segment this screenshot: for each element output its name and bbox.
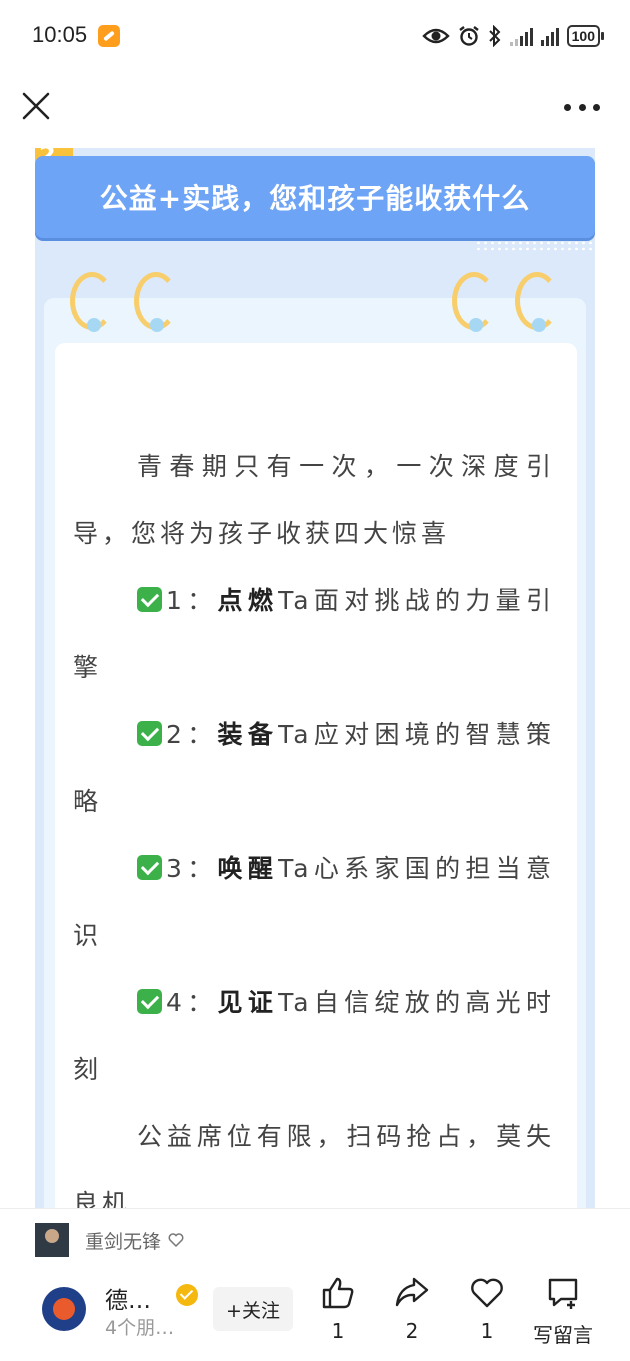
- benefit-item-2: 2：装备Ta应对困境的智慧策略: [73, 720, 555, 816]
- account-subtitle: 4个朋…: [105, 1317, 175, 1339]
- ring-hole: [87, 318, 101, 332]
- eye-icon: [421, 28, 450, 44]
- author-avatar[interactable]: [35, 1223, 69, 1257]
- share-count: 2: [405, 1319, 419, 1343]
- write-comment-button[interactable]: 写留言: [523, 1275, 603, 1355]
- status-icons: 100: [421, 22, 605, 50]
- more-dot-icon: [564, 103, 571, 111]
- account-avatar[interactable]: [42, 1287, 86, 1331]
- status-time: 10:05: [32, 22, 88, 47]
- favorite-button[interactable]: 1: [447, 1275, 527, 1355]
- share-button[interactable]: 2: [372, 1275, 452, 1355]
- section-banner: 公益+实践，您和孩子能收获什么: [35, 156, 595, 238]
- like-button[interactable]: 1: [298, 1275, 378, 1355]
- article-content[interactable]: 2 公益+实践，您和孩子能收获什么 青春期只有一次，一次深度引导，您将为孩子收获…: [35, 148, 595, 1208]
- benefit-item-4: 4：见证Ta自信绽放的高光时刻: [73, 988, 555, 1084]
- ring-hole: [469, 318, 483, 332]
- signal-icon-2: [540, 26, 559, 46]
- status-bar: 10:05 100: [0, 0, 630, 70]
- bluetooth-icon: [488, 25, 501, 47]
- ring-hole: [532, 318, 546, 332]
- share-arrow-icon: [395, 1277, 429, 1307]
- more-options-button[interactable]: [564, 100, 600, 114]
- close-icon: [22, 92, 50, 120]
- more-dot-icon: [593, 103, 600, 111]
- intro-paragraph: 青春期只有一次，一次深度引导，您将为孩子收获四大惊喜: [73, 452, 555, 548]
- closing-paragraph: 公益席位有限，扫码抢占，莫失良机: [73, 1122, 555, 1208]
- top-nav: [0, 70, 630, 148]
- battery-icon: 100: [566, 25, 605, 47]
- write-comment-label: 写留言: [533, 1323, 593, 1347]
- bottom-bar: 重剑无锋 德… 4个朋… +关注 1 2 1 写留言: [0, 1208, 630, 1361]
- account-name[interactable]: 德…: [105, 1281, 151, 1315]
- heart-icon: [471, 1278, 503, 1308]
- comment-icon: [548, 1278, 578, 1309]
- author-name[interactable]: 重剑无锋: [85, 1227, 161, 1254]
- signal-icon-1: [509, 26, 533, 46]
- close-button[interactable]: [18, 88, 54, 124]
- check-icon: [137, 721, 162, 746]
- banner-title: 公益+实践，您和孩子能收获什么: [99, 182, 531, 215]
- follow-button[interactable]: +关注: [213, 1287, 293, 1331]
- notification-app-icon: [98, 25, 120, 47]
- verified-badge-icon: [176, 1284, 198, 1306]
- author-row[interactable]: 重剑无锋: [35, 1223, 185, 1257]
- check-icon: [137, 855, 162, 880]
- more-dot-icon: [578, 103, 586, 111]
- like-count: 1: [331, 1319, 345, 1343]
- benefit-item-3: 3：唤醒Ta心系家国的担当意识: [73, 854, 555, 950]
- check-icon: [137, 989, 162, 1014]
- heart-outline-icon[interactable]: [167, 1231, 185, 1249]
- ring-hole: [150, 318, 164, 332]
- favorite-count: 1: [480, 1319, 494, 1343]
- check-icon: [137, 587, 162, 612]
- alarm-icon: [458, 26, 479, 46]
- benefit-item-1: 1：点燃Ta面对挑战的力量引擎: [73, 586, 555, 682]
- article-text: 青春期只有一次，一次深度引导，您将为孩子收获四大惊喜 1：点燃Ta面对挑战的力量…: [73, 433, 555, 1208]
- thumbs-up-icon: [322, 1277, 354, 1309]
- decorative-dots: [475, 240, 595, 252]
